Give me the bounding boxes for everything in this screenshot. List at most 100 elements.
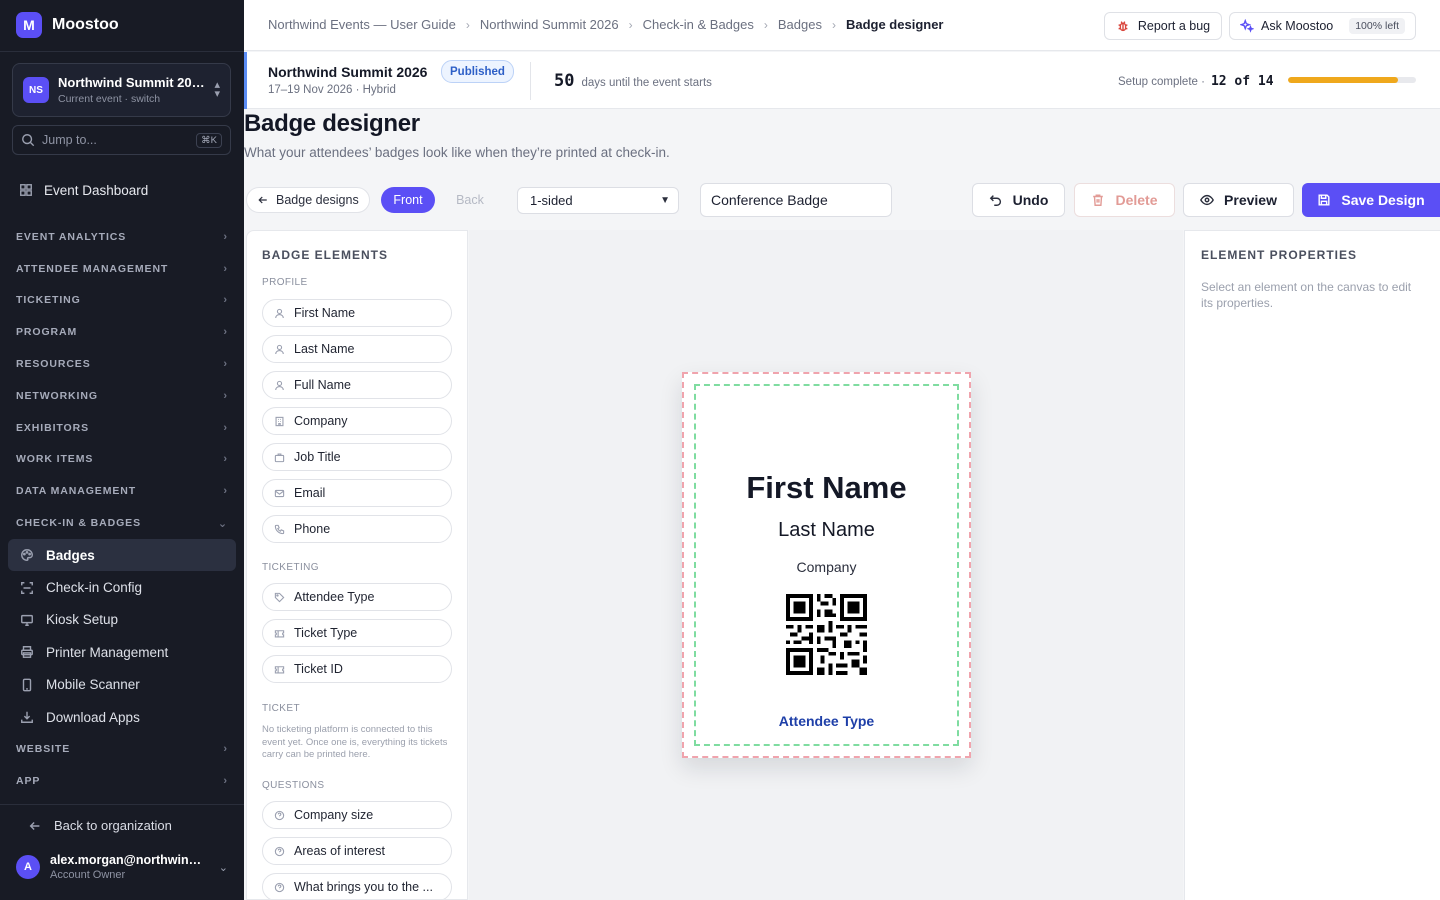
nav-group-app[interactable]: APP ›	[0, 765, 244, 797]
sidebar-item-check-in-config[interactable]: Check-in Config	[8, 571, 236, 603]
undo-label: Undo	[1012, 192, 1049, 208]
chevron-right-icon: ›	[223, 358, 228, 371]
sidebar-item-printer-management[interactable]: Printer Management	[8, 636, 236, 668]
badge-last-name[interactable]: Last Name	[684, 519, 969, 542]
chevron-right-icon: ›	[223, 775, 228, 787]
event-accent-bar	[244, 52, 247, 109]
element-chip-areas-of-interest[interactable]: Areas of interest	[262, 837, 452, 865]
chevron-right-icon: ›	[223, 421, 228, 434]
jump-to-search[interactable]: Jump to... ⌘K	[12, 125, 231, 155]
front-side-tab[interactable]: Front	[381, 187, 435, 213]
sidebar-item-kiosk-setup[interactable]: Kiosk Setup	[8, 604, 236, 636]
download-icon	[20, 710, 34, 724]
nav-group-exhibitors[interactable]: EXHIBITORS ›	[0, 412, 244, 444]
badge-elements-panel: BADGE ELEMENTS PROFILE First Name Last N…	[246, 230, 468, 900]
sidebar-item-label: Printer Management	[46, 644, 169, 660]
panel-title: ELEMENT PROPERTIES	[1201, 248, 1358, 262]
nav-group-attendee-management[interactable]: ATTENDEE MANAGEMENT ›	[0, 253, 244, 285]
breadcrumb-item[interactable]: Badges	[778, 17, 822, 32]
nav-group-networking[interactable]: NETWORKING ›	[0, 380, 244, 412]
brand[interactable]: M Moostoo	[16, 12, 119, 38]
element-chip-first-name[interactable]: First Name	[262, 299, 452, 327]
delete-button[interactable]: Delete	[1074, 183, 1175, 217]
building-icon	[274, 416, 285, 427]
breadcrumb-item[interactable]: Northwind Events — User Guide	[268, 17, 456, 32]
user-icon	[274, 344, 285, 355]
sides-select[interactable]: 1-sided ▼	[517, 187, 679, 214]
back-to-organization-link[interactable]: Back to organization	[28, 818, 172, 833]
element-chip-ticket-id[interactable]: Ticket ID	[262, 655, 452, 683]
user-menu[interactable]: A alex.morgan@northwind.events Account O…	[16, 853, 228, 881]
page-title: Badge designer	[244, 110, 420, 137]
divider	[530, 62, 531, 100]
app-logo: M	[16, 12, 42, 38]
event-switcher[interactable]: NS Northwind Summit 2026 Current event ·…	[12, 63, 231, 117]
element-chip-company[interactable]: Company	[262, 407, 452, 435]
element-chip-email[interactable]: Email	[262, 479, 452, 507]
chevron-down-icon: ⌄	[218, 861, 228, 874]
preview-button[interactable]: Preview	[1183, 183, 1294, 217]
badge-designs-back-button[interactable]: Badge designs	[246, 187, 370, 213]
report-bug-button[interactable]: Report a bug	[1104, 12, 1222, 40]
design-name-input[interactable]	[700, 183, 892, 217]
sidebar-item-mobile-scanner[interactable]: Mobile Scanner	[8, 669, 236, 701]
badge-preview[interactable]: First Name Last Name Company Attendee Ty…	[682, 372, 971, 758]
trash-icon	[1091, 193, 1105, 207]
sidebar-divider	[0, 51, 244, 52]
chevron-right-icon: ›	[223, 294, 228, 307]
sidebar-nav: EVENT ANALYTICS › ATTENDEE MANAGEMENT › TI…	[0, 221, 244, 797]
properties-empty-hint: Select an element on the canvas to edit …	[1201, 280, 1412, 310]
nav-group-resources[interactable]: RESOURCES ›	[0, 348, 244, 380]
breadcrumb-item[interactable]: Check-in & Badges	[643, 17, 754, 32]
nav-group-event-analytics[interactable]: EVENT ANALYTICS ›	[0, 221, 244, 253]
badge-first-name[interactable]: First Name	[684, 470, 969, 506]
badge-designs-label: Badge designs	[276, 193, 359, 207]
badge-attendee-type[interactable]: Attendee Type	[684, 713, 969, 729]
phone-icon	[274, 524, 285, 535]
chevron-right-icon: ›	[628, 17, 633, 32]
sidebar-item-label: Kiosk Setup	[46, 612, 119, 628]
element-chip-what-brings-you[interactable]: What brings you to the ...	[262, 873, 452, 899]
element-chip-company-size[interactable]: Company size	[262, 801, 452, 829]
badge-company[interactable]: Company	[684, 559, 969, 575]
design-canvas[interactable]: First Name Last Name Company Attendee Ty…	[469, 230, 1183, 900]
setup-count: 12 of 14	[1210, 74, 1274, 89]
sidebar-item-event-dashboard[interactable]: Event Dashboard	[12, 177, 234, 203]
ticket-empty-note: No ticketing platform is connected to th…	[262, 724, 448, 760]
back-side-tab[interactable]: Back	[443, 187, 497, 213]
event-switcher-subtitle: Current event · switch	[58, 93, 161, 105]
element-chip-last-name[interactable]: Last Name	[262, 335, 452, 363]
arrow-left-icon	[257, 194, 269, 206]
element-chip-full-name[interactable]: Full Name	[262, 371, 452, 399]
nav-group-ticketing[interactable]: TICKETING ›	[0, 285, 244, 317]
element-chip-phone[interactable]: Phone	[262, 515, 452, 543]
element-chip-ticket-type[interactable]: Ticket Type	[262, 619, 452, 647]
nav-group-work-items[interactable]: WORK ITEMS ›	[0, 444, 244, 476]
app-name: Moostoo	[52, 16, 119, 33]
nav-group-check-in-badges[interactable]: CHECK-IN & BADGES ⌄	[0, 507, 244, 539]
back-to-organization-label: Back to organization	[54, 818, 172, 833]
report-bug-label: Report a bug	[1137, 19, 1211, 33]
undo-icon	[989, 193, 1003, 207]
countdown-label: days until the event starts	[581, 77, 712, 89]
section-label-profile: PROFILE	[262, 277, 308, 288]
nav-group-program[interactable]: PROGRAM ›	[0, 316, 244, 348]
arrow-left-icon	[28, 819, 42, 833]
badge-qr-code[interactable]	[786, 594, 867, 675]
sidebar-item-badges[interactable]: Badges	[8, 538, 236, 572]
sidebar-divider	[0, 804, 244, 805]
breadcrumb-item[interactable]: Northwind Summit 2026	[480, 17, 619, 32]
eye-icon	[1200, 193, 1214, 207]
undo-button[interactable]: Undo	[972, 183, 1065, 217]
ask-assistant-button[interactable]: Ask Moostoo 100% left	[1229, 12, 1416, 40]
save-design-button[interactable]: Save Design	[1302, 183, 1440, 217]
sidebar-item-download-apps[interactable]: Download Apps	[8, 701, 236, 733]
element-chip-job-title[interactable]: Job Title	[262, 443, 452, 471]
element-chip-attendee-type[interactable]: Attendee Type	[262, 583, 452, 611]
nav-group-website[interactable]: WEBSITE ›	[0, 733, 244, 765]
chevron-right-icon: ›	[223, 230, 228, 243]
nav-group-data-management[interactable]: DATA MANAGEMENT ›	[0, 475, 244, 507]
mail-icon	[274, 488, 285, 499]
section-label-ticketing: TICKETING	[262, 562, 319, 573]
sidebar-item-label: Badges	[46, 547, 95, 563]
